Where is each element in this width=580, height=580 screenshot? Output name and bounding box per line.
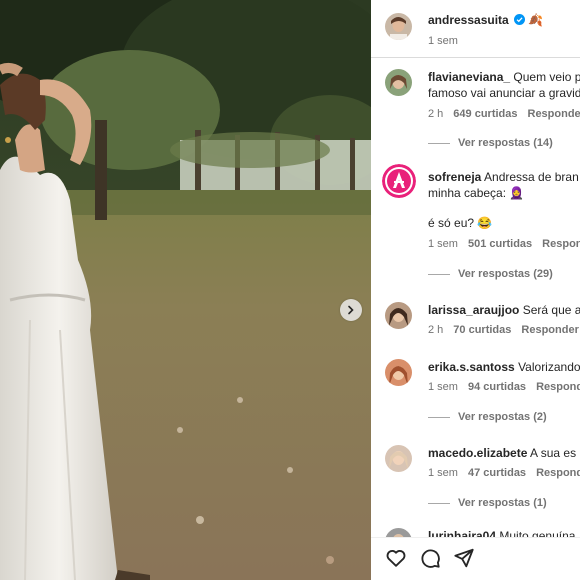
next-image-button[interactable]: [340, 299, 362, 321]
heart-icon[interactable]: [385, 547, 407, 569]
comment-meta: 1 sem 94 curtidas Respond: [428, 381, 580, 393]
reply-button[interactable]: Respond: [536, 381, 580, 393]
author-avatar[interactable]: [385, 13, 412, 40]
view-replies-button[interactable]: Ver respostas (2): [428, 411, 547, 423]
avatar[interactable]: [382, 164, 416, 198]
comment-text: erika.s.santoss Valorizando: [428, 360, 580, 374]
header-divider: [371, 57, 580, 58]
reply-button[interactable]: Responder: [521, 324, 578, 336]
comment-text: macedo.elizabete A sua es: [428, 446, 577, 460]
comments-panel: andressasuita 🍂 1 sem flavianeviana_ Que…: [371, 0, 580, 580]
reply-button[interactable]: Respon: [542, 238, 580, 250]
comment-text: sofreneja Andressa de bran: [428, 170, 579, 184]
comment-text-line: minha cabeça: 🧕: [428, 186, 525, 200]
comment-likes[interactable]: 47 curtidas: [468, 467, 526, 479]
comment-time: 1 sem: [428, 467, 458, 479]
post-image: [0, 0, 371, 580]
view-replies-button[interactable]: Ver respostas (14): [428, 137, 553, 149]
comment-icon[interactable]: [419, 547, 441, 569]
reply-button[interactable]: Responde: [536, 467, 580, 479]
replies-line: [428, 502, 450, 504]
share-icon[interactable]: [453, 547, 475, 569]
comment-text-line: famoso vai anunciar a gravid: [428, 86, 580, 100]
author-username[interactable]: andressasuita: [428, 13, 509, 27]
comment-time: 2 h: [428, 324, 444, 336]
comment-meta: 1 sem 501 curtidas Respon: [428, 238, 580, 250]
avatar[interactable]: [385, 302, 412, 329]
comment-likes[interactable]: 501 curtidas: [468, 238, 532, 250]
comment-likes[interactable]: 70 curtidas: [453, 324, 511, 336]
verified-badge-icon: [514, 14, 526, 25]
comment-text-line: é só eu? 😂: [428, 216, 493, 230]
comment-likes[interactable]: 94 curtidas: [468, 381, 526, 393]
comment-meta: 1 sem 47 curtidas Responde: [428, 467, 580, 479]
avatar[interactable]: [385, 69, 412, 96]
chevron-right-icon: [348, 305, 354, 315]
author-emoji: 🍂: [528, 13, 544, 27]
comment-username[interactable]: flavianeviana_: [428, 70, 510, 84]
comment-time: 2 h: [428, 108, 444, 120]
avatar[interactable]: [385, 359, 412, 386]
comment-meta: 2 h 70 curtidas Responder: [428, 324, 579, 336]
replies-line: [428, 273, 450, 275]
comment-time: 1 sem: [428, 381, 458, 393]
comment-username[interactable]: sofreneja: [428, 170, 481, 184]
author-header: andressasuita 🍂: [428, 13, 543, 28]
comment-username[interactable]: erika.s.santoss: [428, 360, 515, 374]
view-replies-button[interactable]: Ver respostas (1): [428, 497, 547, 509]
view-replies-button[interactable]: Ver respostas (29): [428, 268, 553, 280]
comment-text: flavianeviana_ Quem veio p: [428, 70, 580, 84]
comment-username[interactable]: larissa_araujjoo: [428, 303, 519, 317]
avatar[interactable]: [385, 445, 412, 472]
reply-button[interactable]: Responde: [528, 108, 580, 120]
post-time: 1 sem: [428, 35, 458, 47]
comment-time: 1 sem: [428, 238, 458, 250]
post-photo: [0, 0, 371, 580]
replies-line: [428, 142, 450, 144]
comment-text: larissa_araujjoo Será que a: [428, 303, 580, 317]
replies-line: [428, 416, 450, 418]
comment-username[interactable]: macedo.elizabete: [428, 446, 527, 460]
comment-likes[interactable]: 649 curtidas: [453, 108, 517, 120]
comment-meta: 2 h 649 curtidas Responde: [428, 108, 580, 120]
